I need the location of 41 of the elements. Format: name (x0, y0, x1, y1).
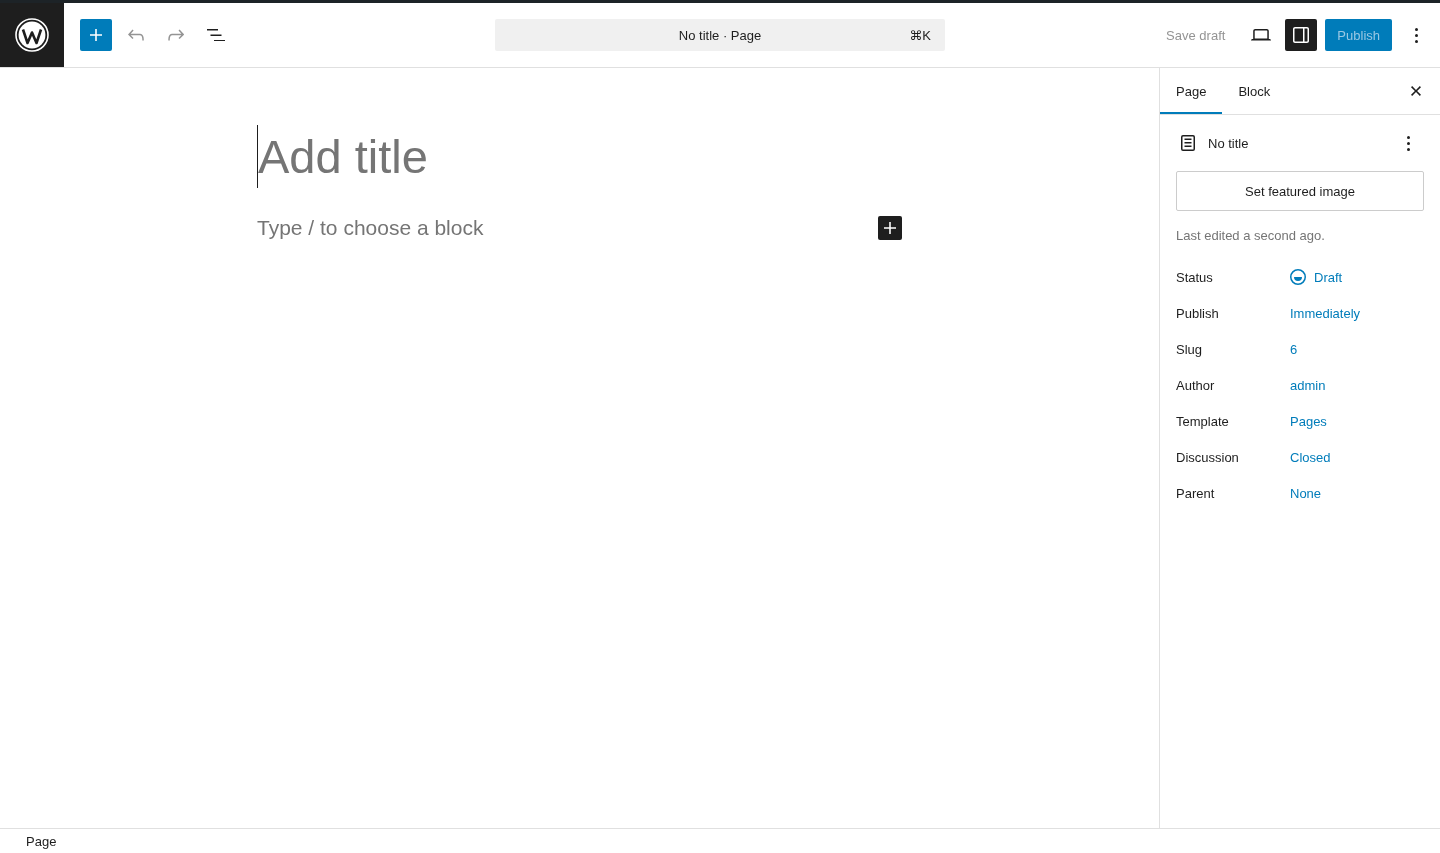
sidebar-tab[interactable]: Block (1222, 68, 1287, 114)
featured-image-button[interactable]: Set featured image (1176, 171, 1424, 211)
settings-button[interactable] (1285, 19, 1318, 51)
status-button[interactable]: Draft (1290, 269, 1343, 285)
redo-arrow-icon (167, 29, 185, 41)
field-label: Author (1176, 377, 1216, 393)
close-icon (1411, 86, 1421, 96)
field-value-link[interactable]: None (1290, 485, 1322, 501)
document-icon (1181, 135, 1195, 151)
laptop-icon (1251, 29, 1272, 41)
sidebar-tab[interactable]: Page (1160, 68, 1223, 114)
vertical-dots-icon (1414, 27, 1418, 43)
document-title: No title (1208, 135, 1249, 151)
field-value-link[interactable]: admin (1290, 377, 1326, 393)
vertical-dots-icon (1406, 135, 1410, 151)
command-bar[interactable]: No title · Page ⌘K (495, 19, 945, 51)
sidebar-panel-icon (1293, 27, 1310, 43)
plus-icon (884, 222, 896, 234)
logo-icon (15, 18, 49, 52)
half-circle-status-icon (1290, 269, 1306, 285)
field-value-link[interactable]: 6 (1290, 341, 1298, 357)
last-edited-text: Last edited a second ago. (1176, 227, 1326, 245)
shortcut-hint: ⌘K (909, 27, 931, 43)
inserter-button[interactable] (80, 19, 112, 51)
paragraph-field[interactable]: Type / to choose a block (257, 214, 870, 242)
undo-arrow-icon (128, 29, 144, 41)
block-inserter-button[interactable] (878, 216, 902, 240)
field-value-link[interactable]: Closed (1290, 449, 1331, 465)
field-label: Publish (1176, 305, 1220, 321)
breadcrumb-link[interactable]: Page (20, 829, 63, 853)
field-label: Discussion (1176, 449, 1240, 465)
field-label: Template (1176, 413, 1230, 429)
field-label: Slug (1176, 341, 1204, 357)
field-label: Status (1176, 269, 1214, 285)
list-view-icon (207, 28, 225, 42)
field-value-link[interactable]: Pages (1290, 413, 1327, 429)
title-field[interactable]: Add title (257, 125, 902, 188)
plus-icon (90, 29, 102, 41)
field-value-link[interactable]: Immediately (1290, 305, 1361, 321)
field-label: Parent (1176, 485, 1216, 501)
logo-button[interactable] (0, 3, 64, 67)
